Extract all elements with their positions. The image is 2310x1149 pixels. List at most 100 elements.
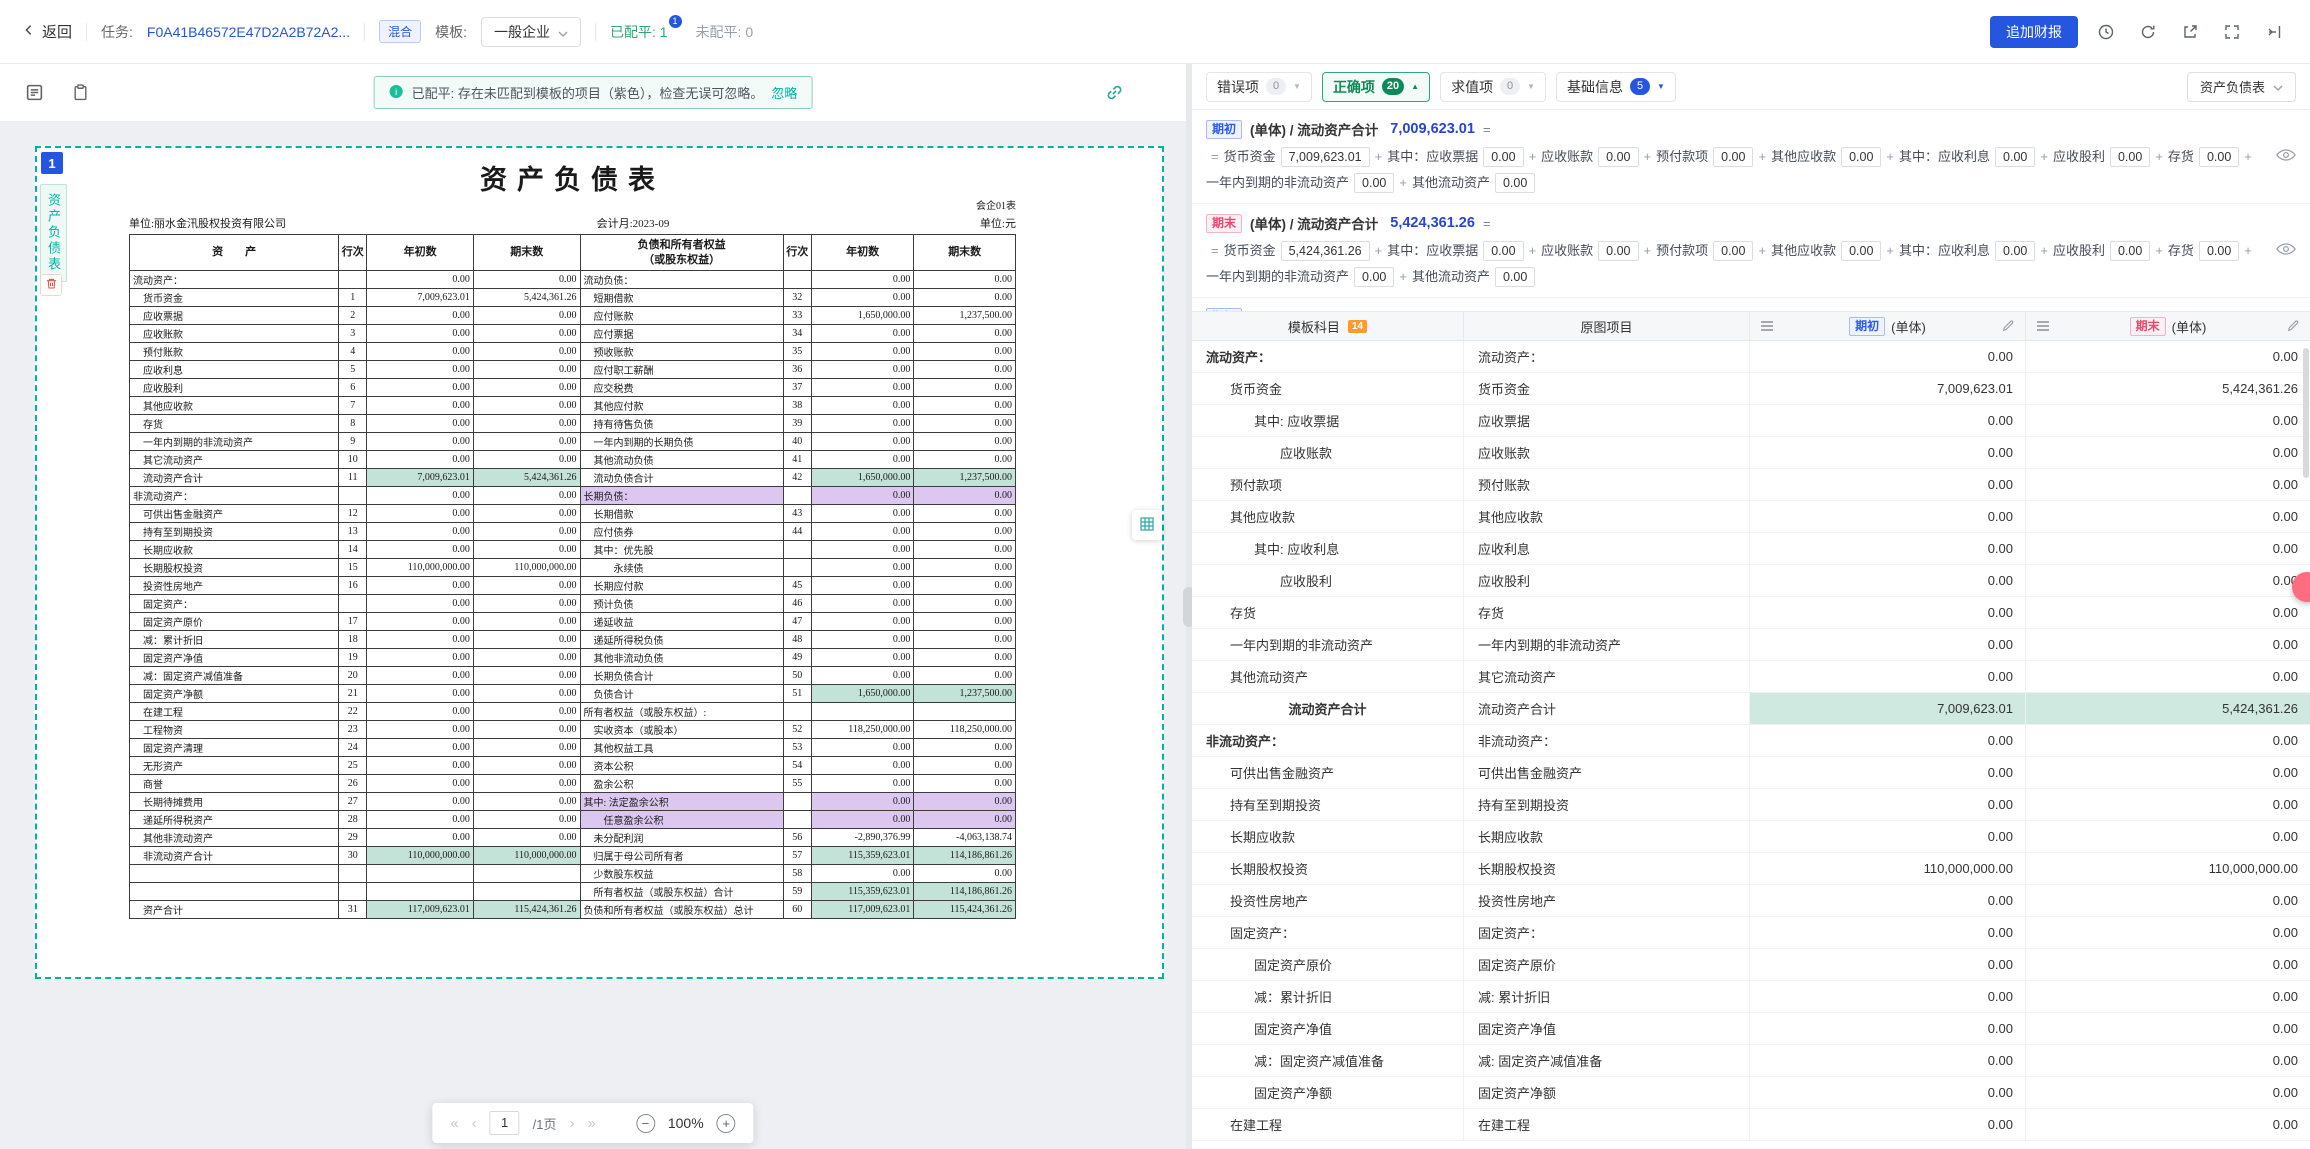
sheet-cell: 38 xyxy=(783,397,811,415)
sheet-cell: 其他应付款 xyxy=(580,397,783,415)
zoom-out-button[interactable]: − xyxy=(636,1114,655,1133)
col-line-no: 行次 xyxy=(783,235,811,271)
filter-tab-errors[interactable]: 错误项0▼ xyxy=(1206,72,1312,102)
sheet-cell: 0.00 xyxy=(473,433,580,451)
template-select[interactable]: 一般企业 xyxy=(481,17,581,47)
mapping-row[interactable]: 可供出售金融资产可供出售金融资产0.000.00 xyxy=(1192,757,2310,789)
col-template-subject: 模板科目 14 xyxy=(1192,312,1464,340)
mapping-row[interactable]: 减：固定资产减值准备减: 固定资产减值准备0.000.00 xyxy=(1192,1045,2310,1077)
scrollbar-thumb[interactable] xyxy=(2303,348,2309,478)
term-value-chip: 0.00 xyxy=(2199,147,2239,167)
original-item-cell: 固定资产净值 xyxy=(1464,1013,1750,1044)
sheet-row: 减：固定资产减值准备200.000.00 长期负债合计500.000.00 xyxy=(130,667,1016,685)
eye-icon[interactable] xyxy=(2276,148,2296,165)
document-tab-balance-sheet[interactable]: 资产负债表 xyxy=(40,184,67,282)
mapping-row[interactable]: 其中: 应收利息应收利息0.000.00 xyxy=(1192,533,2310,565)
mapping-row[interactable]: 流动资产：流动资产：0.000.00 xyxy=(1192,341,2310,373)
task-id-link[interactable]: F0A41B46572E47D2A2B72A2... xyxy=(147,24,350,40)
sheet-cell: 115,424,361.26 xyxy=(914,901,1016,919)
mapping-row[interactable]: 预付款项预付账款0.000.00 xyxy=(1192,469,2310,501)
edit-column-icon[interactable] xyxy=(2001,319,2015,333)
sheet-cell: 应收股利 xyxy=(130,379,339,397)
unbalanced-status: 未配平: 0 xyxy=(696,22,754,42)
collapse-panel-icon[interactable] xyxy=(2260,18,2288,46)
document-viewport[interactable]: 资产负债表 会企01表 单位:丽水金汛股权投资有限公司 会计月:2023-09 … xyxy=(0,122,1186,1149)
mapping-row[interactable]: 流动资产合计流动资产合计7,009,623.015,424,361.26 xyxy=(1192,693,2310,725)
mapping-row[interactable]: 货币资金货币资金7,009,623.015,424,361.26 xyxy=(1192,373,2310,405)
sheet-cell: 0.00 xyxy=(367,649,474,667)
term-value-chip: 0.00 xyxy=(1598,241,1638,261)
zoom-in-button[interactable]: + xyxy=(717,1114,736,1133)
next-page-icon[interactable]: › xyxy=(570,1115,575,1132)
column-count-badge[interactable]: 14 xyxy=(1348,320,1367,333)
mapping-row[interactable]: 减：累计折旧减: 累计折旧0.000.00 xyxy=(1192,981,2310,1013)
mapping-row[interactable]: 固定资产净值固定资产净值0.000.00 xyxy=(1192,1013,2310,1045)
sheet-cell: 43 xyxy=(783,505,811,523)
prev-page-icon[interactable]: ‹ xyxy=(472,1115,477,1132)
sheet-cell: 其它流动资产 xyxy=(130,451,339,469)
mapping-row[interactable]: 存货存货0.000.00 xyxy=(1192,597,2310,629)
sheet-cell: 110,000,000.00 xyxy=(367,847,474,865)
balanced-sup-badge: 1 xyxy=(669,15,682,28)
sheet-cell: 117,009,623.01 xyxy=(811,901,914,919)
template-subject-cell: 一年内到期的非流动资产 xyxy=(1192,629,1464,660)
append-report-button[interactable]: 追加财报 xyxy=(1990,16,2078,48)
mapping-row[interactable]: 长期应收款长期应收款0.000.00 xyxy=(1192,821,2310,853)
sheet-cell: 非流动资产： xyxy=(130,487,339,505)
mapping-row[interactable]: 应收账款应收账款0.000.00 xyxy=(1192,437,2310,469)
period-begin-value: 0.00 xyxy=(1750,981,2026,1012)
period-begin-value: 110,000,000.00 xyxy=(1750,853,2026,884)
mapping-row[interactable]: 其中: 应收票据应收票据0.000.00 xyxy=(1192,405,2310,437)
original-item-cell: 货币资金 xyxy=(1464,373,1750,404)
mapping-row[interactable]: 固定资产：固定资产：0.000.00 xyxy=(1192,917,2310,949)
filter-tab-correct[interactable]: 正确项20▲ xyxy=(1322,72,1430,102)
mapping-row[interactable]: 持有至到期投资持有至到期投资0.000.00 xyxy=(1192,789,2310,821)
mapping-row[interactable]: 长期股权投资长期股权投资110,000,000.00110,000,000.00 xyxy=(1192,853,2310,885)
delete-page-button[interactable] xyxy=(40,274,62,296)
sheet-cell: 负债和所有者权益（或股东权益）总计 xyxy=(580,901,783,919)
mapping-row[interactable]: 应收股利应收股利0.000.00 xyxy=(1192,565,2310,597)
last-page-icon[interactable]: » xyxy=(588,1115,596,1132)
back-button[interactable]: 返回 xyxy=(22,21,72,42)
filter-tab-eval[interactable]: 求值项0▼ xyxy=(1440,72,1546,102)
column-menu-icon[interactable] xyxy=(2036,320,2050,332)
clipboard-icon[interactable] xyxy=(66,79,94,107)
page-input[interactable]: 1 xyxy=(490,1111,520,1135)
sheet-cell xyxy=(339,865,367,883)
mapping-row[interactable]: 其他应收款其他应收款0.000.00 xyxy=(1192,501,2310,533)
link-icon[interactable] xyxy=(1100,79,1128,107)
filter-tab-basic[interactable]: 基础信息5▼ xyxy=(1556,72,1676,102)
sheet-cell: 固定资产净值 xyxy=(130,649,339,667)
sheet-select[interactable]: 资产负债表 xyxy=(2187,72,2296,102)
table-recognition-button[interactable] xyxy=(1132,510,1162,540)
mapping-row[interactable]: 固定资产净额固定资产净额0.000.00 xyxy=(1192,1077,2310,1109)
page-list-icon[interactable] xyxy=(20,79,48,107)
fullscreen-icon[interactable] xyxy=(2218,18,2246,46)
column-menu-icon[interactable] xyxy=(1760,320,1774,332)
balance-sheet-page[interactable]: 资产负债表 会企01表 单位:丽水金汛股权投资有限公司 会计月:2023-09 … xyxy=(35,146,1164,979)
zoom-level: 100% xyxy=(668,1115,704,1131)
period-begin-value: 0.00 xyxy=(1750,629,2026,660)
mapping-row[interactable]: 固定资产原价固定资产原价0.000.00 xyxy=(1192,949,2310,981)
sheet-cell xyxy=(339,883,367,901)
original-item-cell: 非流动资产： xyxy=(1464,725,1750,756)
period-begin-value: 0.00 xyxy=(1750,917,2026,948)
notice-text: 已配平: 存在未匹配到模板的项目（紫色），检查无误可忽略。 xyxy=(412,83,764,102)
company-name: 单位:丽水金汛股权投资有限公司 xyxy=(129,215,286,231)
eye-icon[interactable] xyxy=(2276,242,2296,259)
mapping-row[interactable]: 在建工程在建工程0.000.00 xyxy=(1192,1109,2310,1141)
mapping-row[interactable]: 其他流动资产其它流动资产0.000.00 xyxy=(1192,661,2310,693)
export-icon[interactable] xyxy=(2176,18,2204,46)
sheet-cell: 0.00 xyxy=(811,793,914,811)
period-end-value: 5,424,361.26 xyxy=(2026,693,2310,724)
history-icon[interactable] xyxy=(2092,18,2120,46)
first-page-icon[interactable]: « xyxy=(450,1115,458,1132)
period-end-value: 0.00 xyxy=(2026,437,2310,468)
refresh-icon[interactable] xyxy=(2134,18,2162,46)
mapping-row[interactable]: 非流动资产：非流动资产：0.000.00 xyxy=(1192,725,2310,757)
ignore-link[interactable]: 忽略 xyxy=(771,83,797,102)
mapping-row[interactable]: 投资性房地产投资性房地产0.000.00 xyxy=(1192,885,2310,917)
edit-column-icon[interactable] xyxy=(2286,319,2300,333)
mapping-row[interactable]: 一年内到期的非流动资产一年内到期的非流动资产0.000.00 xyxy=(1192,629,2310,661)
tab-label: 错误项 xyxy=(1217,77,1259,97)
